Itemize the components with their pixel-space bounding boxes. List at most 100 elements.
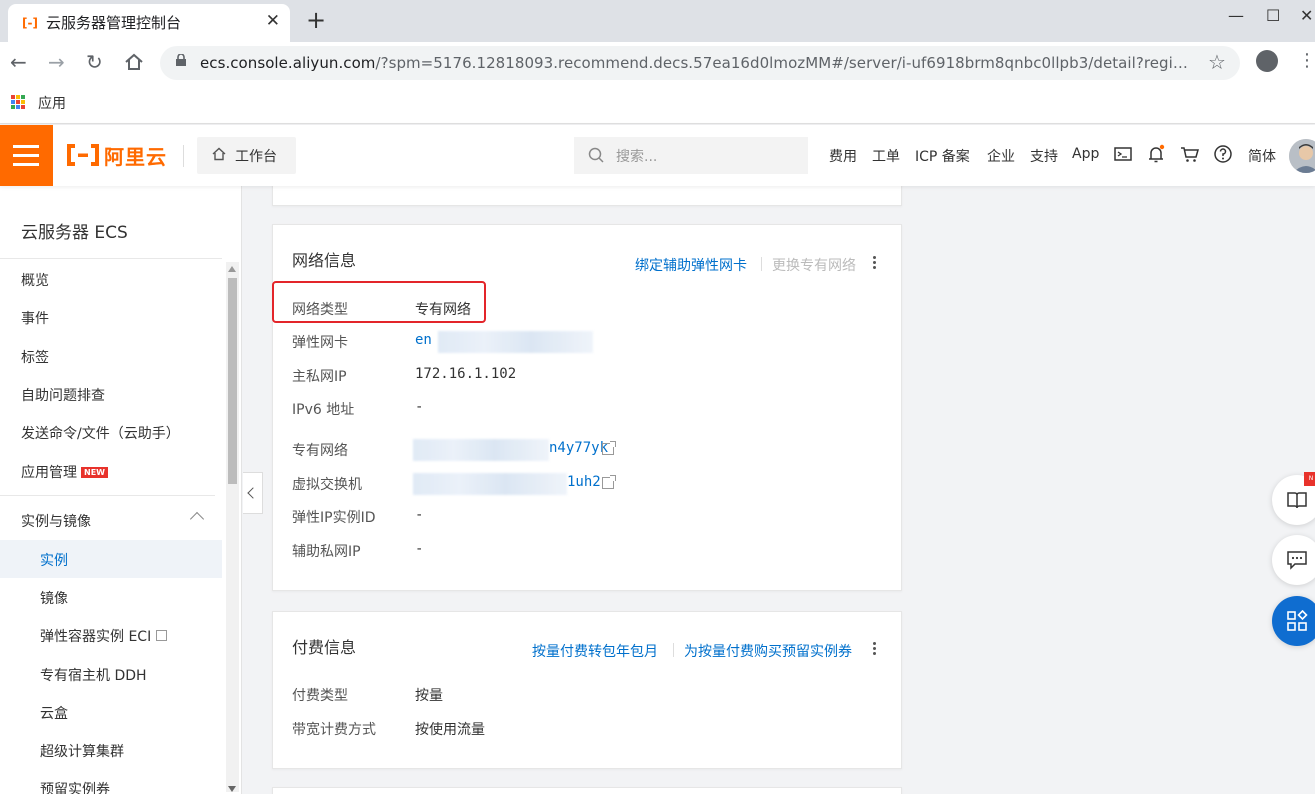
collapse-sidebar-button[interactable]: [243, 472, 263, 514]
redacted-area: [413, 439, 549, 461]
chat-float-button[interactable]: [1272, 535, 1315, 585]
buy-reserved-instance-link[interactable]: 为按量付费购买预留实例券: [684, 641, 852, 661]
close-window-icon[interactable]: ✕: [1300, 6, 1313, 25]
vswitch-link[interactable]: 1uh2: [567, 474, 601, 490]
user-avatar[interactable]: [1289, 139, 1315, 173]
billing-type-value: 按量: [415, 688, 443, 704]
profile-avatar-icon[interactable]: [1256, 50, 1278, 72]
url-path: /?spm=5176.12818093.recommend.decs.57ea1…: [375, 54, 1188, 72]
bell-icon[interactable]: [1146, 144, 1166, 164]
nav-icp[interactable]: ICP 备案: [915, 146, 970, 166]
workbench-label: 工作台: [235, 149, 277, 165]
language-switch[interactable]: 简体: [1248, 146, 1276, 166]
primary-private-ip-label: 主私网IP: [292, 369, 347, 385]
chevron-up-icon[interactable]: [189, 511, 205, 527]
forward-icon[interactable]: →: [48, 50, 65, 74]
search-input[interactable]: 搜索...: [574, 137, 808, 174]
minimize-icon[interactable]: —: [1228, 6, 1244, 25]
home-icon: [212, 147, 226, 161]
divider: [183, 145, 184, 167]
change-vpc-link[interactable]: 更换专有网络: [772, 255, 856, 275]
bookmark-apps[interactable]: 应用: [38, 93, 66, 113]
new-tab-button[interactable]: +: [306, 6, 326, 34]
primary-private-ip-value: 172.16.1.102: [415, 366, 517, 382]
aliyun-logo-icon: [67, 144, 99, 166]
address-bar[interactable]: ecs.console.aliyun.com/?spm=5176.1281809…: [160, 46, 1240, 80]
redacted-area: [413, 473, 567, 495]
reload-icon[interactable]: ↻: [86, 50, 103, 74]
tab-title: 云服务器管理控制台: [46, 14, 182, 32]
close-tab-icon[interactable]: ✕: [266, 11, 280, 31]
sidebar-item-events[interactable]: 事件: [21, 308, 49, 328]
notification-badge: N: [1304, 472, 1315, 486]
sidebar-item-tags[interactable]: 标签: [21, 347, 49, 367]
sidebar-item-reserved-instances[interactable]: 预留实例券: [40, 779, 110, 794]
sidebar-item-cloud-assistant[interactable]: 发送命令/文件（云助手）: [21, 423, 180, 443]
cart-icon[interactable]: [1180, 144, 1200, 164]
help-icon[interactable]: [1213, 144, 1233, 164]
secondary-private-ip-label: 辅助私网IP: [292, 544, 361, 560]
search-icon: [588, 147, 604, 163]
aliyun-logo[interactable]: 阿里云: [66, 142, 167, 169]
home-icon[interactable]: [124, 52, 144, 72]
sidebar-item-instances[interactable]: 实例: [40, 550, 68, 570]
external-link-icon[interactable]: [602, 475, 616, 489]
sidebar-item-overview[interactable]: 概览: [21, 270, 49, 290]
bind-secondary-eni-link[interactable]: 绑定辅助弹性网卡: [635, 255, 747, 275]
eip-instance-id-value: -: [415, 507, 424, 523]
bandwidth-billing-value: 按使用流量: [415, 722, 485, 738]
terminal-icon[interactable]: [1113, 144, 1133, 164]
more-actions-icon[interactable]: [873, 256, 877, 271]
scrollbar-thumb[interactable]: [228, 278, 237, 484]
sidebar-item-eci[interactable]: 弹性容器实例 ECI: [40, 626, 168, 646]
bandwidth-billing-label: 带宽计费方式: [292, 722, 376, 738]
workbench-button[interactable]: 工作台: [197, 137, 296, 174]
scroll-down-icon[interactable]: [228, 786, 236, 792]
back-icon[interactable]: ←: [10, 50, 27, 74]
maximize-icon[interactable]: ☐: [1266, 6, 1280, 25]
book-icon: [1287, 492, 1307, 509]
aliyun-favicon-icon: [-]: [22, 16, 38, 30]
vswitch-label: 虚拟交换机: [292, 477, 362, 493]
browser-tab[interactable]: [-] 云服务器管理控制台 ✕: [8, 4, 290, 42]
scroll-up-icon[interactable]: [228, 266, 236, 272]
apps-grid-icon[interactable]: [11, 95, 25, 109]
sidebar-item-label: 应用管理: [21, 465, 77, 481]
sidebar-item-cloud-box[interactable]: 云盒: [40, 703, 68, 723]
browser-menu-icon[interactable]: ⋮: [1298, 50, 1315, 71]
apps-float-button[interactable]: [1272, 596, 1315, 646]
eni-link[interactable]: en: [415, 332, 432, 348]
convert-to-subscription-link[interactable]: 按量付费转包年包月: [532, 641, 658, 661]
more-actions-icon[interactable]: [873, 642, 877, 657]
ipv6-value: -: [415, 399, 424, 415]
browser-toolbar: ← → ↻ ecs.console.aliyun.com/?spm=5176.1…: [0, 42, 1315, 84]
vpc-link[interactable]: n4y77yk: [549, 440, 608, 456]
sidebar-item-images[interactable]: 镜像: [40, 588, 68, 608]
menu-hamburger-icon[interactable]: [0, 125, 53, 186]
nav-support[interactable]: 支持: [1030, 146, 1058, 166]
sidebar-item-ddh[interactable]: 专有宿主机 DDH: [40, 665, 147, 685]
annotation-highlight-box: [272, 281, 486, 323]
external-link-icon: [156, 630, 168, 641]
nav-tickets[interactable]: 工单: [872, 146, 900, 166]
eni-label: 弹性网卡: [292, 335, 348, 351]
external-link-icon[interactable]: [602, 441, 616, 455]
network-info-title: 网络信息: [292, 251, 357, 270]
divider: [0, 495, 215, 496]
nav-fees[interactable]: 费用: [829, 146, 857, 166]
bookmarks-bar: 应用: [0, 84, 1315, 124]
apps-icon: [1287, 610, 1308, 631]
sidebar-item-troubleshoot[interactable]: 自助问题排查: [21, 385, 105, 405]
billing-info-title: 付费信息: [292, 638, 357, 657]
sidebar-title: 云服务器 ECS: [21, 223, 128, 243]
nav-enterprise[interactable]: 企业: [987, 146, 1015, 166]
bookmark-star-icon[interactable]: ☆: [1208, 50, 1226, 74]
browser-tab-strip: [-] 云服务器管理控制台 ✕ + — ☐ ✕: [0, 0, 1315, 42]
nav-app[interactable]: App: [1072, 146, 1099, 162]
sidebar-item-supercomputing[interactable]: 超级计算集群: [40, 741, 124, 761]
sidebar-group-instances-images[interactable]: 实例与镜像: [21, 511, 91, 531]
divider: [0, 258, 222, 259]
lock-icon: [176, 54, 186, 66]
sidebar-item-app-management[interactable]: 应用管理 NEW: [21, 462, 108, 482]
network-info-card: 网络信息 绑定辅助弹性网卡 更换专有网络 网络类型 专有网络 弹性网卡 en 主…: [272, 224, 902, 591]
